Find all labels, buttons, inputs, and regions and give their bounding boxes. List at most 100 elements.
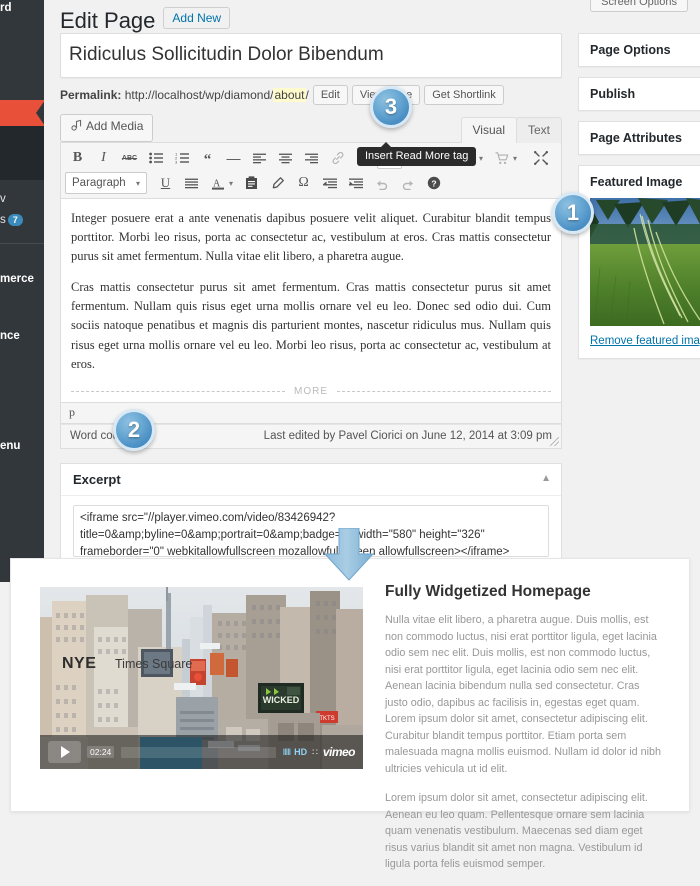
justify-icon[interactable]: [179, 172, 204, 194]
align-left-icon[interactable]: [247, 147, 272, 169]
video-overlay-title: Times Square: [115, 657, 193, 671]
redo-icon[interactable]: [395, 172, 420, 194]
clear-formatting-icon[interactable]: [265, 172, 290, 194]
hd-badge[interactable]: HD: [294, 747, 307, 757]
sidebar-separator: [0, 243, 44, 244]
expand-icon[interactable]: ∷: [312, 747, 318, 758]
video-progress-track[interactable]: [121, 746, 276, 758]
meta-box-title[interactable]: Featured Image: [579, 166, 700, 198]
insert-link-icon[interactable]: [325, 147, 350, 169]
underline-icon[interactable]: U: [153, 172, 178, 194]
svg-text:WICKED: WICKED: [263, 695, 300, 705]
meta-box-title[interactable]: Page Options: [579, 34, 700, 66]
shop-dropdown-icon[interactable]: ▾: [513, 154, 517, 163]
callout-badge-1: 1: [552, 192, 594, 234]
sidebar-dark-band: [0, 126, 44, 180]
editor-toolbar-row-1: B I ABC 123 “ — ▾ ▾: [65, 146, 559, 171]
sidebar-item-label: merce: [0, 273, 34, 285]
editor-toolbar-row-2: Paragraph ▾ U A ▾ Ω ?: [65, 171, 559, 196]
title-field-wrap[interactable]: [60, 33, 562, 78]
sidebar-item-appearance[interactable]: nce: [0, 330, 44, 342]
wp-body: Screen Options Edit Page Add New Permalin…: [44, 0, 700, 617]
comments-count-badge: 7: [7, 214, 23, 226]
text-color-icon[interactable]: A: [205, 172, 230, 194]
permalink-label: Permalink:: [60, 87, 122, 102]
paragraph-format-select[interactable]: Paragraph ▾: [65, 172, 147, 194]
add-media-label: Add Media: [86, 118, 144, 133]
italic-icon[interactable]: I: [91, 147, 116, 169]
unordered-list-icon[interactable]: [143, 147, 168, 169]
preview-text-column: Fully Widgetized Homepage Nulla vitae el…: [385, 583, 665, 886]
sidebar-item-woocommerce[interactable]: merce: [0, 273, 44, 285]
meta-sidebar: Page Options Publish Page Attributes Fea…: [578, 33, 700, 369]
sidebar-item-label: s: [0, 214, 6, 227]
align-center-icon[interactable]: [273, 147, 298, 169]
add-new-button[interactable]: Add New: [163, 7, 231, 29]
editor-content[interactable]: Integer posuere erat a ante venenatis da…: [60, 197, 562, 403]
edit-permalink-button[interactable]: Edit: [312, 84, 348, 105]
meta-box-publish: Publish: [578, 77, 700, 111]
editor-resize-handle[interactable]: [550, 436, 559, 446]
get-shortlink-button[interactable]: Get Shortlink: [424, 84, 504, 105]
permalink-slug[interactable]: about: [273, 87, 306, 102]
video-time: 02:24: [87, 746, 115, 758]
special-character-icon[interactable]: Ω: [291, 172, 316, 194]
word-dropdown-icon[interactable]: ▾: [479, 154, 483, 163]
vimeo-video-embed[interactable]: WICKED TKTS NYE Times Square 02:24 IIIII…: [40, 587, 363, 769]
ordered-list-icon[interactable]: 123: [169, 147, 194, 169]
add-media-button[interactable]: Add Media: [60, 113, 154, 142]
featured-image-inside: Remove featured image: [579, 198, 700, 358]
outdent-icon[interactable]: [317, 172, 342, 194]
sidebar-item-review[interactable]: v: [0, 193, 44, 205]
meta-box-page-attributes: Page Attributes: [578, 121, 700, 155]
editor-tabs[interactable]: Visual Text: [460, 116, 562, 143]
sidebar-active-highlight: [0, 100, 44, 126]
paste-as-text-icon[interactable]: [239, 172, 264, 194]
preview-heading: Fully Widgetized Homepage: [385, 583, 591, 600]
strikethrough-icon[interactable]: ABC: [117, 147, 142, 169]
svg-text:TKTS: TKTS: [319, 716, 334, 722]
excerpt-postbox-header[interactable]: Excerpt ▲: [61, 464, 561, 496]
down-arrow-icon: [310, 527, 388, 582]
permalink-trailing: /: [305, 87, 309, 102]
sidebar-item-dashboard[interactable]: rd: [0, 2, 44, 14]
preview-paragraph: Nulla vitae elit libero, a pharetra augu…: [385, 614, 662, 775]
meta-box-title[interactable]: Publish: [579, 78, 700, 110]
shop-shortcode-icon[interactable]: [489, 147, 514, 169]
screen-options-button[interactable]: Screen Options: [590, 0, 688, 12]
play-button[interactable]: [48, 741, 81, 763]
featured-image-thumbnail[interactable]: [590, 198, 700, 326]
editor-tools: Add Media Visual Text: [60, 113, 562, 143]
title-input[interactable]: [69, 37, 553, 74]
meta-box-featured-image: Featured Image Remove featured ima: [578, 165, 700, 359]
sidebar-item-comments[interactable]: s7: [0, 214, 44, 226]
vimeo-logo[interactable]: vimeo: [323, 745, 356, 759]
sidebar-item-menu[interactable]: enu: [0, 440, 44, 452]
volume-icon[interactable]: IIIII: [283, 747, 291, 757]
tab-text[interactable]: Text: [515, 116, 562, 143]
video-controls-bar[interactable]: 02:24 IIIII HD ∷ vimeo: [40, 735, 363, 769]
sidebar-active-arrow-icon: [36, 100, 44, 126]
indent-icon[interactable]: [343, 172, 368, 194]
horizontal-rule-icon[interactable]: —: [221, 147, 246, 169]
align-right-icon[interactable]: [299, 147, 324, 169]
svg-text:3: 3: [175, 159, 178, 164]
editor-toolbar[interactable]: B I ABC 123 “ — ▾ ▾ Paragraph ▾ U A ▾ Ω …: [60, 141, 562, 198]
bold-icon[interactable]: B: [65, 147, 90, 169]
chevron-up-icon[interactable]: ▲: [541, 473, 551, 484]
editor-paragraph: Integer posuere erat a ante venenatis da…: [71, 210, 551, 264]
tab-visual[interactable]: Visual: [460, 116, 517, 143]
text-color-dropdown-icon[interactable]: ▾: [229, 179, 233, 188]
remove-featured-image-link[interactable]: Remove featured image: [590, 335, 700, 347]
fullscreen-icon[interactable]: [528, 147, 553, 169]
undo-icon[interactable]: [369, 172, 394, 194]
help-icon[interactable]: ?: [421, 172, 446, 194]
sidebar-item-label: v: [0, 193, 6, 205]
preview-paragraph: Lorem ipsum dolor sit amet, consectetur …: [385, 792, 648, 870]
svg-text:?: ?: [431, 179, 436, 189]
paragraph-format-label: Paragraph: [72, 177, 126, 189]
blockquote-icon[interactable]: “: [195, 147, 220, 169]
callout-badge-2: 2: [113, 409, 155, 451]
admin-sidebar[interactable]: rd v s7 merce nce enu: [0, 0, 44, 582]
meta-box-title[interactable]: Page Attributes: [579, 122, 700, 154]
